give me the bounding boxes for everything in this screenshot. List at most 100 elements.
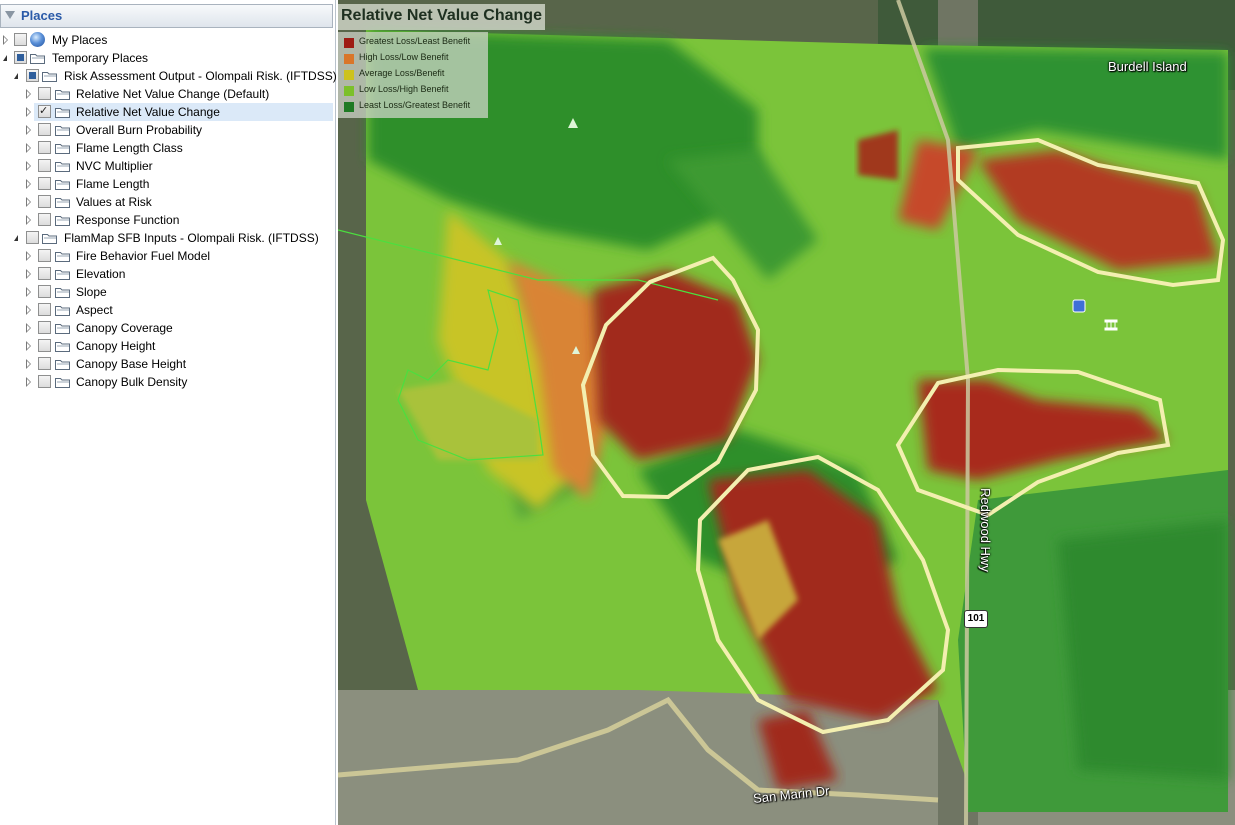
expand-arrow-icon[interactable]	[26, 161, 31, 171]
expand-arrow-icon[interactable]	[26, 179, 31, 189]
expand-arrow-icon[interactable]	[26, 251, 31, 261]
tree-item-canopy-base-height[interactable]: Canopy Base Height	[24, 355, 333, 373]
tree-item-temporary-places[interactable]: Temporary Places	[0, 49, 333, 67]
tree-item-fire-behavior-fuel-model[interactable]: Fire Behavior Fuel Model	[24, 247, 333, 265]
checkbox[interactable]	[14, 51, 27, 64]
legend-label: Average Loss/Benefit	[359, 68, 445, 78]
folder-icon	[55, 179, 70, 190]
expand-arrow-icon[interactable]	[26, 89, 31, 99]
checkbox[interactable]	[38, 213, 51, 226]
legend-swatch	[344, 38, 354, 48]
tree-item-elevation[interactable]: Elevation	[24, 265, 333, 283]
tree-item-my-places[interactable]: My Places	[0, 31, 333, 49]
folder-icon	[55, 143, 70, 154]
tree-item-label: Overall Burn Probability	[76, 123, 203, 137]
tree-item-label: Fire Behavior Fuel Model	[76, 249, 211, 263]
expand-arrow-icon[interactable]	[26, 323, 31, 333]
expand-arrow-icon[interactable]	[26, 269, 31, 279]
expanded-arrow-icon[interactable]	[3, 55, 7, 61]
expand-arrow-icon[interactable]	[26, 143, 31, 153]
checkbox[interactable]	[38, 195, 51, 208]
road-label-redwood-hwy: Redwood Hwy	[978, 488, 993, 572]
tree-item-label: Aspect	[76, 303, 113, 317]
tree-item-label: NVC Multiplier	[76, 159, 153, 173]
tree-item-overall-burn-probability[interactable]: Overall Burn Probability	[24, 121, 333, 139]
expand-arrow-icon[interactable]	[26, 197, 31, 207]
tree-item-slope[interactable]: Slope	[24, 283, 333, 301]
expand-arrow-icon[interactable]	[26, 125, 31, 135]
tree-item-canopy-bulk-density[interactable]: Canopy Bulk Density	[24, 373, 333, 391]
folder-icon	[55, 269, 70, 280]
tree-item-label: Canopy Base Height	[76, 357, 187, 371]
legend-swatch	[344, 86, 354, 96]
map-view[interactable]: Relative Net Value Change Greatest Loss/…	[338, 0, 1235, 825]
tree-item-risk-assessment-output[interactable]: Risk Assessment Output - Olompali Risk. …	[0, 67, 337, 85]
folder-icon	[55, 341, 70, 352]
checkbox[interactable]	[38, 357, 51, 370]
folder-icon	[55, 89, 70, 100]
checkbox-checked[interactable]	[38, 102, 51, 120]
checkbox[interactable]	[38, 123, 51, 136]
tree-item-values-at-risk[interactable]: Values at Risk	[24, 193, 333, 211]
checkbox[interactable]	[38, 303, 51, 316]
folder-icon	[55, 287, 70, 298]
places-header[interactable]: Places	[0, 4, 333, 28]
checkbox[interactable]	[38, 267, 51, 280]
checkbox[interactable]	[38, 321, 51, 334]
checkbox[interactable]	[38, 177, 51, 190]
museum-icon[interactable]	[1104, 319, 1118, 331]
tree-item-flame-length-class[interactable]: Flame Length Class	[24, 139, 333, 157]
expand-arrow-icon[interactable]	[3, 35, 8, 45]
checkbox[interactable]	[38, 159, 51, 172]
checkbox[interactable]	[38, 375, 51, 388]
folder-icon	[55, 305, 70, 316]
folder-icon	[55, 107, 70, 118]
expand-arrow-icon[interactable]	[26, 107, 31, 117]
checkbox[interactable]	[38, 339, 51, 352]
tree-item-response-function[interactable]: Response Function	[24, 211, 333, 229]
tree-item-label: Flame Length	[76, 177, 150, 191]
tree-item-label: Canopy Height	[76, 339, 156, 353]
airport-icon[interactable]	[1072, 299, 1086, 313]
legend-swatch	[344, 102, 354, 112]
expanded-arrow-icon[interactable]	[14, 73, 18, 79]
checkbox[interactable]	[14, 33, 27, 46]
tree-item-label: My Places	[52, 33, 108, 47]
checkbox[interactable]	[38, 87, 51, 100]
places-panel: Places My Places Temporary Places Risk A…	[0, 0, 337, 825]
tree-item-flammap-sfb-inputs[interactable]: FlamMap SFB Inputs - Olompali Risk. (IFT…	[0, 229, 333, 247]
map-legend: Greatest Loss/Least Benefit High Loss/Lo…	[338, 32, 488, 118]
expand-arrow-icon[interactable]	[26, 215, 31, 225]
checkbox[interactable]	[38, 141, 51, 154]
place-label-burdell-island: Burdell Island	[1108, 59, 1187, 74]
tree-item-label: Canopy Coverage	[76, 321, 173, 335]
expand-arrow-icon[interactable]	[26, 305, 31, 315]
expand-arrow-icon[interactable]	[26, 377, 31, 387]
tree-item-relative-net-value-change-default[interactable]: Relative Net Value Change (Default)	[24, 85, 333, 103]
expand-arrow-icon[interactable]	[26, 341, 31, 351]
tree-item-flame-length[interactable]: Flame Length	[24, 175, 333, 193]
tree-item-relative-net-value-change[interactable]: Relative Net Value Change	[26, 102, 333, 121]
tree-item-canopy-coverage[interactable]: Canopy Coverage	[24, 319, 333, 337]
tree-item-nvc-multiplier[interactable]: NVC Multiplier	[24, 157, 333, 175]
expand-arrow-icon[interactable]	[26, 287, 31, 297]
checkbox[interactable]	[26, 69, 39, 82]
checkbox[interactable]	[26, 231, 39, 244]
collapse-arrow-icon[interactable]	[5, 11, 15, 19]
checkbox[interactable]	[38, 249, 51, 262]
legend-label: Greatest Loss/Least Benefit	[359, 36, 471, 46]
tree-item-canopy-height[interactable]: Canopy Height	[24, 337, 333, 355]
legend-swatch	[344, 54, 354, 64]
map-canvas[interactable]	[338, 0, 1235, 825]
tree-item-label: Slope	[76, 285, 107, 299]
legend-label: Low Loss/High Benefit	[359, 84, 449, 94]
tree-item-label: Risk Assessment Output - Olompali Risk. …	[64, 69, 337, 83]
tree-item-label: Response Function	[76, 213, 180, 227]
folder-icon	[55, 161, 70, 172]
tree-item-label: FlamMap SFB Inputs - Olompali Risk. (IFT…	[64, 231, 319, 245]
expanded-arrow-icon[interactable]	[14, 235, 18, 241]
expand-arrow-icon[interactable]	[26, 359, 31, 369]
folder-icon	[55, 125, 70, 136]
checkbox[interactable]	[38, 285, 51, 298]
tree-item-aspect[interactable]: Aspect	[24, 301, 333, 319]
